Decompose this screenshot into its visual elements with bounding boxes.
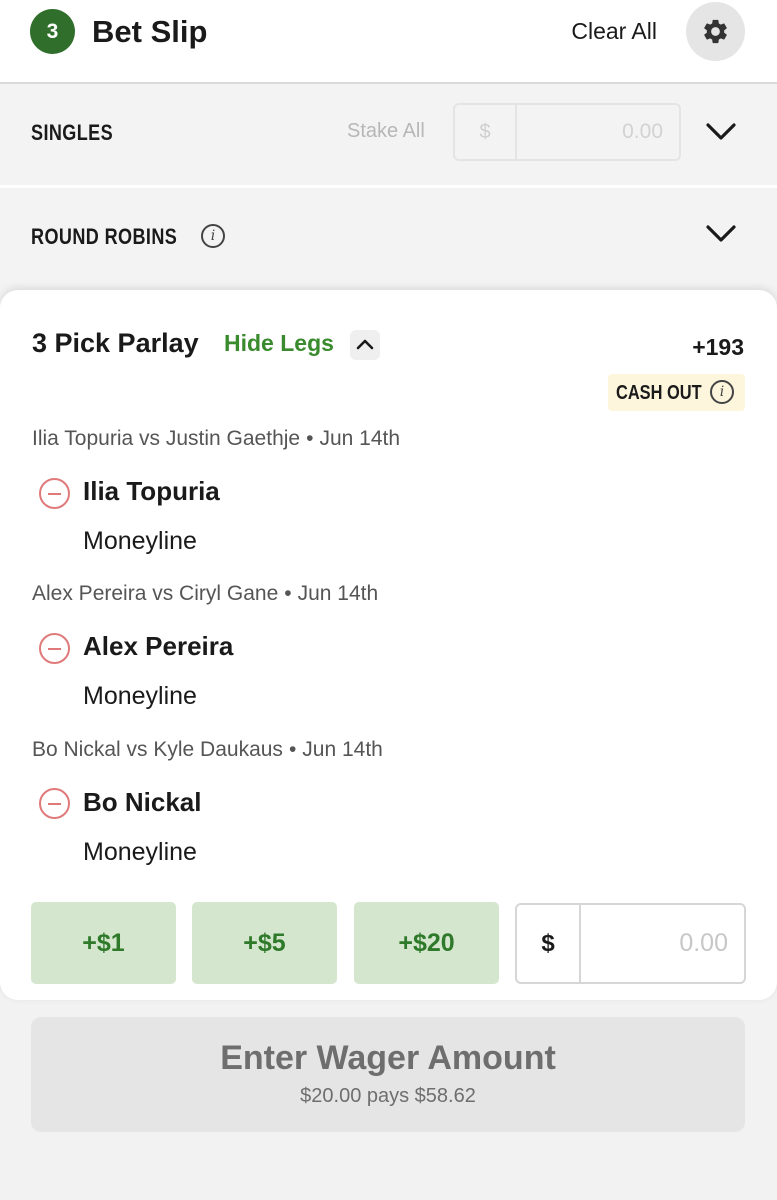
leg-pick: Alex Pereira [83,631,234,661]
settings-button[interactable] [686,2,745,61]
info-icon[interactable]: i [710,380,734,404]
cash-out-badge[interactable]: CASH OUT i [608,374,745,411]
stake-all-input[interactable]: $ 0.00 [453,103,681,161]
stake-all-label: Stake All [347,120,425,142]
round-robins-label: ROUND ROBINS [31,224,178,249]
bet-slip-header: 3 Bet Slip Clear All [0,0,777,84]
cash-out-label: CASH OUT [616,382,702,404]
wager-value: 0.00 [679,929,728,957]
remove-leg-icon[interactable] [39,788,70,819]
hide-legs-toggle[interactable]: Hide Legs [224,330,334,357]
leg-pick: Bo Nickal [83,787,202,817]
page-title: Bet Slip [92,14,208,49]
leg-market: Moneyline [83,682,197,710]
hide-legs-chevron[interactable] [350,330,380,360]
bet-count-badge: 3 [30,9,75,54]
leg-market: Moneyline [83,838,197,866]
remove-leg-icon[interactable] [39,478,70,509]
parlay-odds: +193 [692,334,744,360]
currency-symbol: $ [455,105,517,159]
wager-input[interactable]: $ 0.00 [515,903,746,984]
singles-section[interactable]: SINGLES Stake All $ 0.00 [0,84,777,188]
quick-add-20-button[interactable]: +$20 [354,902,499,984]
payout-summary: $20.00 pays $58.62 [300,1085,476,1107]
quick-add-1-button[interactable]: +$1 [31,902,176,984]
gear-icon [704,19,727,44]
leg-matchup: Ilia Topuria vs Justin Gaethje • Jun 14th [32,427,401,450]
stake-all-value: 0.00 [622,120,663,143]
leg-market: Moneyline [83,527,197,555]
enter-wager-button[interactable]: Enter Wager Amount $20.00 pays $58.62 [31,1017,745,1132]
enter-wager-label: Enter Wager Amount [220,1039,556,1077]
leg-pick: Ilia Topuria [83,476,220,506]
remove-leg-icon[interactable] [39,633,70,664]
leg-matchup: Bo Nickal vs Kyle Daukaus • Jun 14th [32,738,383,761]
quick-add-5-button[interactable]: +$5 [192,902,337,984]
leg-matchup: Alex Pereira vs Ciryl Gane • Jun 14th [32,582,379,605]
chevron-down-icon[interactable] [705,122,737,142]
currency-symbol: $ [517,905,581,982]
parlay-title: 3 Pick Parlay [32,328,199,358]
chevron-down-icon[interactable] [705,224,737,244]
parlay-card: 3 Pick Parlay Hide Legs +193 CASH OUT i … [0,290,777,1000]
round-robins-section[interactable]: ROUND ROBINS i [0,188,777,284]
info-icon[interactable]: i [201,224,225,248]
singles-label: SINGLES [31,120,114,145]
clear-all-button[interactable]: Clear All [571,14,657,48]
chevron-up-icon [356,339,374,350]
